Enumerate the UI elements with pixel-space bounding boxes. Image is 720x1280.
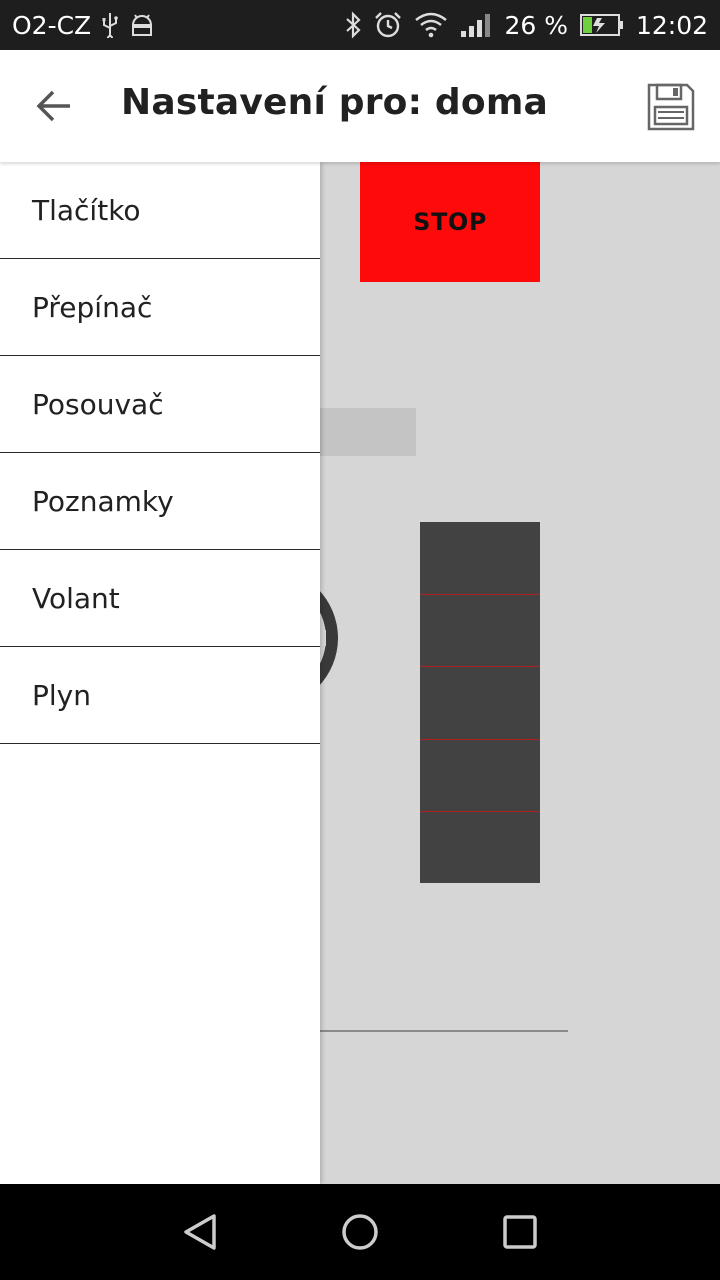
- clock: 12:02: [635, 10, 708, 40]
- throttle-tick: [420, 739, 540, 740]
- navigation-bar: [0, 1184, 720, 1280]
- drawer-item[interactable]: Volant: [0, 550, 320, 647]
- throttle-tick: [420, 594, 540, 595]
- signal-icon: [460, 12, 492, 38]
- wifi-icon: [414, 12, 448, 38]
- alarm-icon: [374, 11, 402, 39]
- throttle-tick: [420, 811, 540, 812]
- nav-home-button[interactable]: [320, 1192, 400, 1272]
- save-button[interactable]: [640, 76, 702, 138]
- stop-button[interactable]: STOP: [360, 162, 540, 282]
- status-bar: O2-CZ 26 % 12:02: [0, 0, 720, 50]
- back-button[interactable]: [22, 74, 86, 138]
- drawer-item[interactable]: Posouvač: [0, 356, 320, 453]
- recents-square-icon: [503, 1215, 537, 1249]
- drawer-item[interactable]: Plyn: [0, 647, 320, 744]
- throttle-tick: [420, 666, 540, 667]
- component-drawer: Tlačítko Přepínač Posouvač Poznamky Volant Pl…: [0, 162, 320, 1184]
- back-triangle-icon: [184, 1214, 216, 1250]
- drawer-item[interactable]: Přepínač: [0, 259, 320, 356]
- throttle-widget[interactable]: [420, 522, 540, 883]
- bluetooth-icon: [344, 11, 362, 39]
- page-title: Nastavení pro: doma: [121, 82, 549, 123]
- nav-back-button[interactable]: [160, 1192, 240, 1272]
- status-left: O2-CZ: [12, 0, 155, 50]
- android-icon: [129, 13, 155, 37]
- note-widget-line[interactable]: [300, 1030, 568, 1032]
- floppy-save-icon: [647, 83, 695, 131]
- arrow-back-icon: [36, 90, 70, 122]
- drawer-item[interactable]: Tlačítko: [0, 162, 320, 259]
- usb-icon: [101, 12, 119, 38]
- battery-icon: [579, 13, 624, 37]
- carrier-name: O2-CZ: [12, 10, 92, 40]
- app-bar: Nastavení pro: doma: [0, 50, 720, 162]
- nav-recents-button[interactable]: [480, 1192, 560, 1272]
- home-circle-icon: [342, 1214, 378, 1250]
- status-right: 26 % 12:02: [344, 0, 708, 50]
- drawer-item[interactable]: Poznamky: [0, 453, 320, 550]
- battery-percent: 26 %: [504, 10, 568, 40]
